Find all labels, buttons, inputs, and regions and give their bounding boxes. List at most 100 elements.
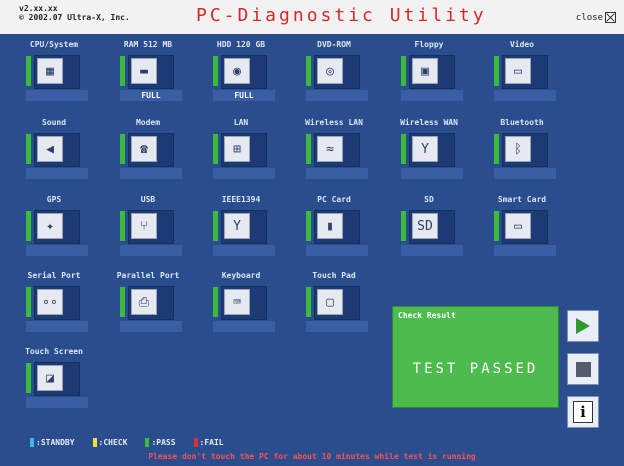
device-cpu-system[interactable]: CPU/System ▦ (22, 40, 112, 110)
device-status-slot (120, 321, 182, 332)
check-result-panel: Check Result TEST PASSED (392, 306, 559, 408)
close-icon[interactable] (605, 12, 616, 23)
device-status-slot (401, 168, 463, 179)
status-indicator (213, 287, 218, 317)
legend-standby-swatch (30, 438, 34, 447)
device-status-slot (120, 168, 182, 179)
device-hdd-120-gb[interactable]: HDD 120 GB ◉ FULL (209, 40, 299, 110)
device-status-slot (120, 245, 182, 256)
device-status-slot (26, 90, 88, 101)
device-label: Sound (41, 118, 67, 127)
status-indicator (494, 56, 499, 86)
floppy-icon: ▣ (412, 58, 438, 84)
device-parallel-port[interactable]: Parallel Port ⎙ (116, 271, 206, 341)
device-modem[interactable]: Modem ☎ (116, 118, 206, 188)
diagnostic-panel: CPU/System ▦ RAM 512 MB ▬ FULL HDD 120 GB ◉ FUL… (0, 34, 624, 466)
keyboard-icon: ⌨ (224, 289, 250, 315)
device-status-slot (26, 245, 88, 256)
close-label: close (575, 12, 603, 23)
status-indicator (401, 134, 406, 164)
device-sound[interactable]: Sound ◀ (22, 118, 112, 188)
legend-check-label: :CHECK (98, 438, 128, 447)
device-wireless-lan[interactable]: Wireless LAN ≈ (302, 118, 392, 188)
status-indicator (306, 56, 311, 86)
device-status-slot (306, 168, 368, 179)
pc-card-icon: ▮ (317, 213, 343, 239)
play-icon (576, 318, 590, 334)
antenna-icon: Y (412, 136, 438, 162)
close-button[interactable]: close (576, 12, 616, 23)
hdd-icon: ◉ (224, 58, 250, 84)
device-status-slot (26, 397, 88, 408)
app-title: PC-Diagnostic Utility (196, 5, 487, 26)
device-lan[interactable]: LAN ⊞ (209, 118, 299, 188)
device-label: LAN (233, 118, 249, 127)
status-indicator (26, 287, 31, 317)
device-status-slot (401, 90, 463, 101)
device-serial-port[interactable]: Serial Port ∘∘ (22, 271, 112, 341)
info-icon: i (573, 401, 593, 423)
device-usb[interactable]: USB ⑂ (116, 195, 206, 265)
device-floppy[interactable]: Floppy ▣ (397, 40, 487, 110)
legend-check: :CHECK (92, 438, 128, 447)
device-label: USB (140, 195, 156, 204)
device-label: Serial Port (27, 271, 81, 280)
device-ram-512-mb[interactable]: RAM 512 MB ▬ FULL (116, 40, 206, 110)
device-status-slot (213, 245, 275, 256)
device-sd[interactable]: SD SD (397, 195, 487, 265)
device-status-slot (26, 168, 88, 179)
device-touch-pad[interactable]: Touch Pad ▢ (302, 271, 392, 341)
device-label: GPS (46, 195, 62, 204)
device-status-slot (401, 245, 463, 256)
version-text: v2.xx.xx (19, 4, 58, 13)
wireless-lan-icon: ≈ (317, 136, 343, 162)
bluetooth-icon: ᛒ (505, 136, 531, 162)
status-indicator (306, 211, 311, 241)
device-label: Smart Card (497, 195, 547, 204)
status-indicator (494, 134, 499, 164)
start-button[interactable] (567, 310, 599, 342)
version-info: v2.xx.xx © 2002.07 Ultra-X, Inc. (19, 4, 130, 22)
device-smart-card[interactable]: Smart Card ▭ (490, 195, 580, 265)
device-dvd-rom[interactable]: DVD-ROM ◎ (302, 40, 392, 110)
device-status-slot (306, 321, 368, 332)
disc-icon: ◎ (317, 58, 343, 84)
device-wireless-wan[interactable]: Wireless WAN Y (397, 118, 487, 188)
cpu-board-icon: ▦ (37, 58, 63, 84)
status-indicator (120, 56, 125, 86)
device-touch-screen[interactable]: Touch Screen ◪ (22, 347, 112, 417)
legend-standby: :STANDBY (30, 438, 75, 447)
device-keyboard[interactable]: Keyboard ⌨ (209, 271, 299, 341)
legend-pass-label: :PASS (151, 438, 176, 447)
device-ieee1394[interactable]: IEEE1394 Y (209, 195, 299, 265)
device-pc-card[interactable]: PC Card ▮ (302, 195, 392, 265)
device-status-slot (494, 168, 556, 179)
info-button[interactable]: i (567, 396, 599, 428)
device-status-slot (306, 245, 368, 256)
stop-button[interactable] (567, 353, 599, 385)
sd-card-icon: SD (412, 213, 438, 239)
device-label: Keyboard (221, 271, 261, 280)
device-status-slot: FULL (213, 90, 275, 101)
device-status-slot (494, 90, 556, 101)
check-result-text: TEST PASSED (412, 361, 539, 377)
ram-icon: ▬ (131, 58, 157, 84)
firewire-icon: Y (224, 213, 250, 239)
copyright-text: © 2002.07 Ultra-X, Inc. (19, 13, 130, 22)
smart-card-icon: ▭ (505, 213, 531, 239)
device-gps[interactable]: GPS ✦ (22, 195, 112, 265)
device-status-slot (26, 321, 88, 332)
status-legend: :STANDBY :CHECK :PASS :FAIL (30, 438, 224, 447)
legend-fail-swatch (193, 438, 198, 447)
touchpad-icon: ▢ (317, 289, 343, 315)
device-label: IEEE1394 (221, 195, 261, 204)
device-label: PC Card (317, 195, 351, 204)
device-video[interactable]: Video ▭ (490, 40, 580, 110)
speaker-icon: ◀ (37, 136, 63, 162)
device-status-slot (306, 90, 368, 101)
touch-screen-icon: ◪ (37, 365, 63, 391)
device-bluetooth[interactable]: Bluetooth ᛒ (490, 118, 580, 188)
device-label: Touch Screen (25, 347, 83, 356)
device-status-slot (213, 321, 275, 332)
device-label: RAM 512 MB (123, 40, 173, 49)
